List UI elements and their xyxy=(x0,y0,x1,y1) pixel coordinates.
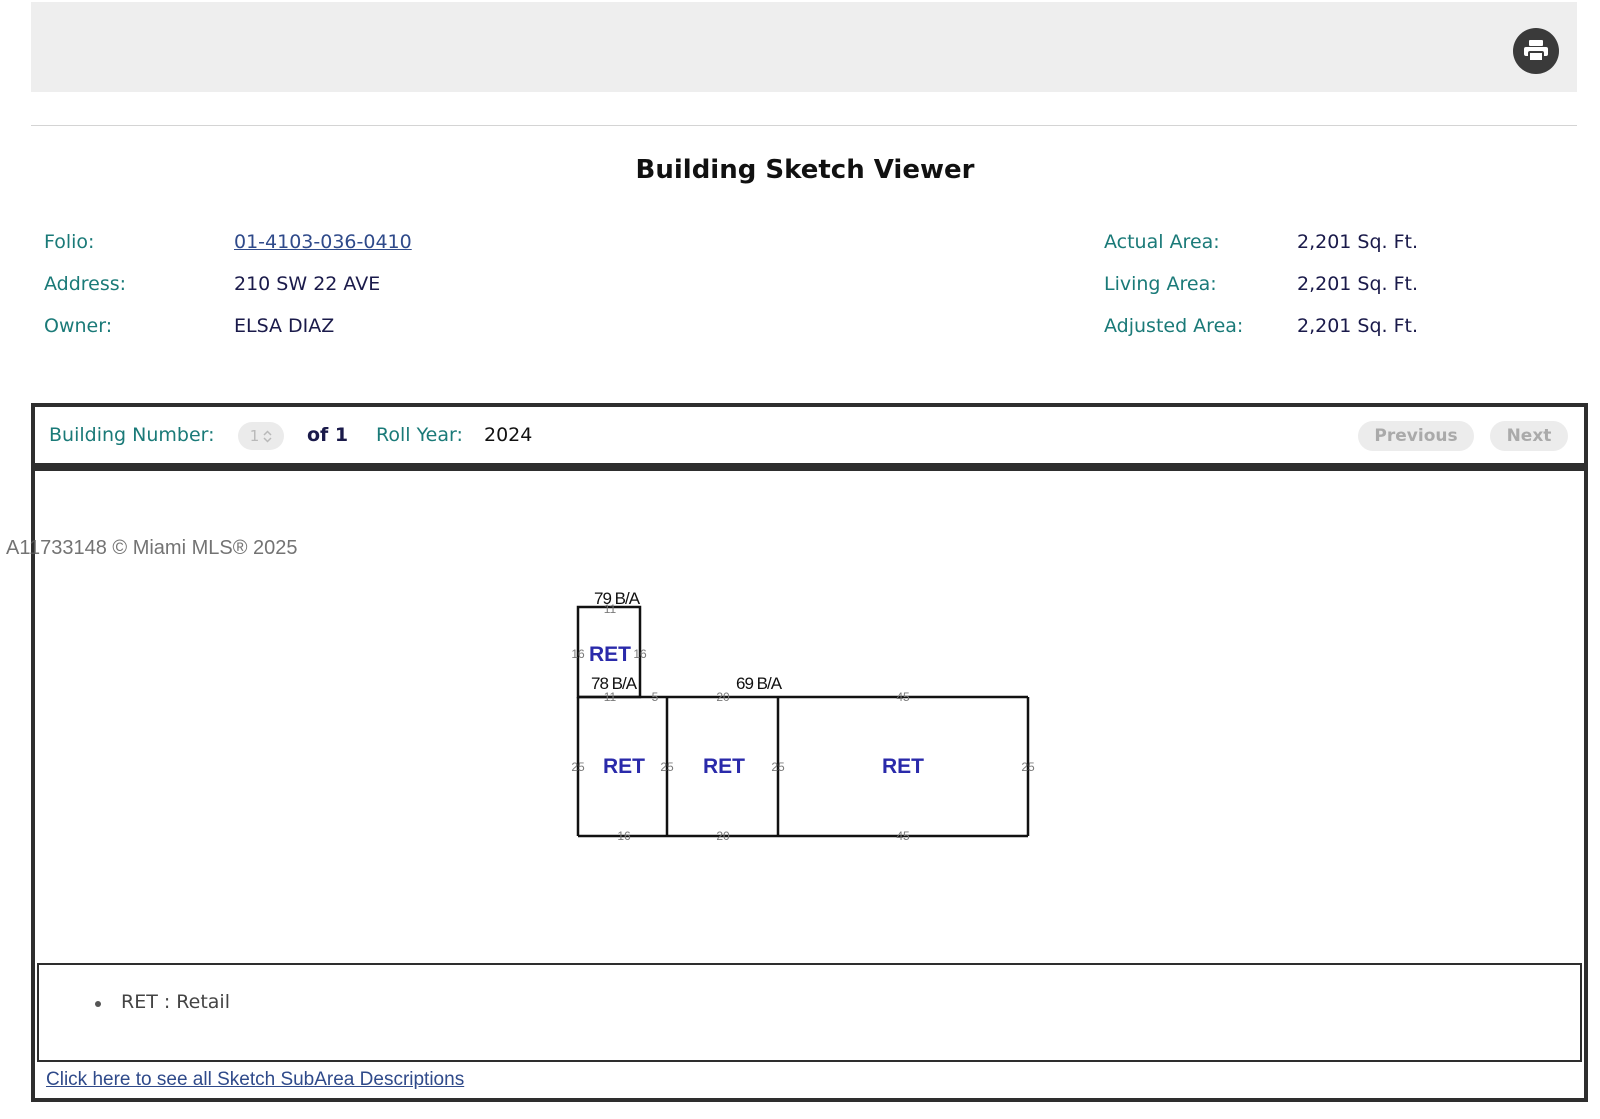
dimension-label: 16 xyxy=(633,647,647,661)
area-code: RET xyxy=(589,643,631,666)
living-area-label: Living Area: xyxy=(1104,273,1217,295)
dimension-label: 16 xyxy=(617,829,631,843)
dimension-label: 25 xyxy=(571,760,585,774)
dimension-label: 16 xyxy=(571,647,585,661)
sketch-viewer-panel: Building Number: 1 of 1 Roll Year: 2024 … xyxy=(31,403,1588,1102)
dimension-label: 45 xyxy=(896,690,910,704)
subarea-legend: RET : Retail xyxy=(37,963,1582,1062)
roll-year-label: Roll Year: xyxy=(376,424,463,446)
legend-item: RET : Retail xyxy=(95,991,230,1013)
area-code: RET xyxy=(603,755,645,778)
chevron-updown-icon xyxy=(263,429,272,443)
building-number-label: Building Number: xyxy=(49,424,215,446)
actual-area-value: 2,201 Sq. Ft. xyxy=(1297,231,1419,253)
owner-value: ELSA DIAZ xyxy=(234,315,335,337)
watermark: A11733148 © Miami MLS® 2025 xyxy=(6,537,298,559)
living-area-value: 2,201 Sq. Ft. xyxy=(1297,273,1419,295)
printer-icon xyxy=(1524,40,1548,62)
folio-label: Folio: xyxy=(44,231,95,253)
dimension-label: 5 xyxy=(652,690,659,704)
dimension-label: 20 xyxy=(716,829,730,843)
previous-button[interactable]: Previous xyxy=(1358,421,1474,451)
building-number-value: 1 xyxy=(249,427,260,445)
toolbar xyxy=(31,2,1577,92)
divider xyxy=(31,125,1577,126)
owner-label: Owner: xyxy=(44,315,113,337)
adjusted-area-value: 2,201 Sq. Ft. xyxy=(1297,315,1419,337)
actual-area-label: Actual Area: xyxy=(1104,231,1220,253)
dimension-label: 11 xyxy=(604,690,617,704)
dimension-label: 20 xyxy=(716,690,730,704)
dimension-label: 45 xyxy=(896,829,910,843)
ba-label: 69 B/A xyxy=(736,674,783,693)
address-label: Address: xyxy=(44,273,127,295)
viewer-header: Building Number: 1 of 1 Roll Year: 2024 … xyxy=(35,407,1584,471)
dimension-label: 25 xyxy=(771,760,785,774)
adjusted-area-label: Adjusted Area: xyxy=(1104,315,1244,337)
dimension-label: 25 xyxy=(660,760,674,774)
area-code: RET xyxy=(882,755,924,778)
page-title: Building Sketch Viewer xyxy=(635,155,975,185)
roll-year-value: 2024 xyxy=(484,424,533,446)
next-button[interactable]: Next xyxy=(1490,421,1568,451)
ba-label: 79 B/A xyxy=(594,589,641,608)
dimension-label: 11 xyxy=(604,602,617,616)
building-number-select[interactable]: 1 xyxy=(238,422,284,450)
sketch-walls xyxy=(576,605,1030,838)
building-count: of 1 xyxy=(307,424,349,446)
print-button[interactable] xyxy=(1513,28,1559,74)
address-value: 210 SW 22 AVE xyxy=(234,273,381,295)
area-code: RET xyxy=(703,755,745,778)
dimension-label: 25 xyxy=(1021,760,1035,774)
folio-link[interactable]: 01-4103-036-0410 xyxy=(234,231,412,253)
subarea-descriptions-link[interactable]: Click here to see all Sketch SubArea Des… xyxy=(46,1069,464,1091)
